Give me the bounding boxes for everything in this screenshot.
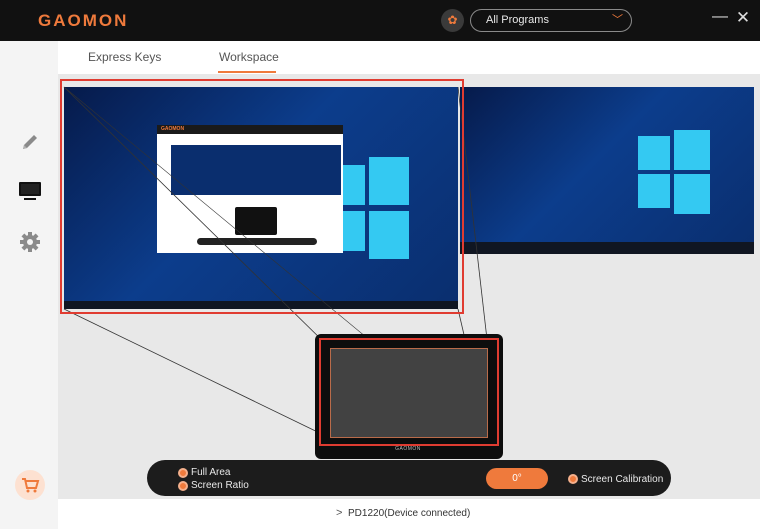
- tab-bar: Express Keys Workspace: [58, 41, 760, 74]
- close-icon[interactable]: ✕: [735, 8, 751, 30]
- monitor-icon[interactable]: [18, 179, 42, 203]
- screen-calibration-label[interactable]: Screen Calibration: [581, 474, 663, 485]
- screen-2-preview[interactable]: [460, 87, 754, 254]
- active-tab-indicator: [218, 71, 276, 73]
- tab-workspace[interactable]: Workspace: [219, 50, 279, 64]
- device-status: PD1220(Device connected): [348, 508, 471, 519]
- tab-express-keys[interactable]: Express Keys: [88, 50, 161, 64]
- gaomon-driver-window: GAOMON ✿ All Programs ﹀ — ✕ Express Keys…: [0, 0, 760, 529]
- chevron-right-icon[interactable]: >: [336, 507, 342, 519]
- program-select[interactable]: All Programs ﹀: [470, 9, 632, 32]
- minimize-icon[interactable]: —: [712, 8, 728, 30]
- program-select-value: All Programs: [486, 14, 549, 26]
- tablet-area-outline[interactable]: [319, 338, 499, 446]
- cart-icon[interactable]: [15, 470, 45, 500]
- sidebar: [0, 41, 58, 529]
- gear-icon[interactable]: [18, 230, 42, 254]
- program-icon[interactable]: ✿: [441, 9, 464, 32]
- pen-icon[interactable]: [18, 130, 42, 154]
- tablet-brand-label: GAOMON: [395, 446, 421, 452]
- chevron-down-icon: ﹀: [612, 14, 623, 26]
- footer: > PD1220(Device connected): [58, 499, 760, 529]
- screen-ratio-radio[interactable]: [178, 481, 188, 491]
- rotation-button[interactable]: 0°: [486, 468, 548, 489]
- full-area-radio[interactable]: [178, 468, 188, 478]
- screen-ratio-label[interactable]: Screen Ratio: [191, 480, 249, 491]
- title-bar: GAOMON ✿ All Programs ﹀ — ✕: [0, 0, 760, 41]
- taskbar: [460, 242, 754, 254]
- screen-calibration-radio[interactable]: [568, 474, 578, 484]
- mapped-area-outline[interactable]: [60, 79, 464, 314]
- app-logo: GAOMON: [38, 11, 129, 30]
- full-area-label[interactable]: Full Area: [191, 467, 230, 478]
- windows-logo: [638, 130, 710, 218]
